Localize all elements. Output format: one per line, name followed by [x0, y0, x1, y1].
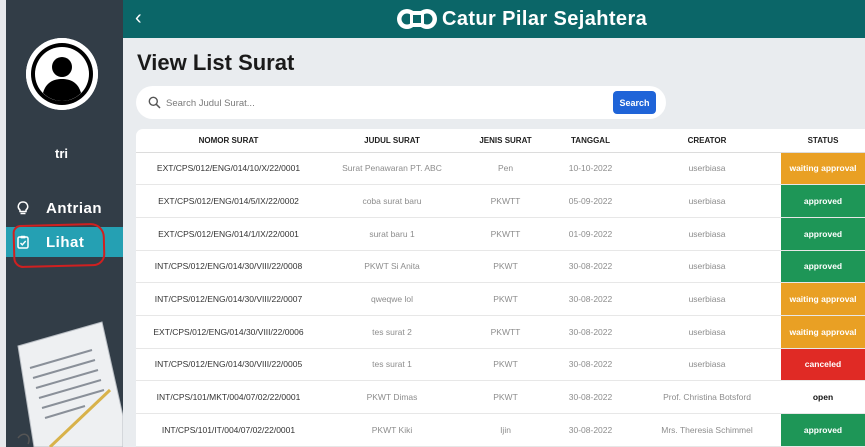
sidebar-item-antrian[interactable]: Antrian — [6, 193, 123, 223]
cell-judul-surat: PKWT Kiki — [321, 413, 463, 447]
table-row[interactable]: INT/CPS/012/ENG/014/30/VIII/22/0005 tes s… — [136, 348, 865, 382]
status-badge: open — [781, 380, 865, 414]
header-status[interactable]: STATUS — [781, 129, 865, 153]
status-badge: approved — [781, 250, 865, 284]
cell-judul-surat: surat baru 1 — [321, 217, 463, 251]
brand-name: Catur Pilar Sejahtera — [442, 7, 648, 30]
status-badge: canceled — [781, 348, 865, 382]
table-header-row: NOMOR SURAT JUDUL SURAT JENIS SURAT TANG… — [136, 129, 865, 153]
cell-jenis-surat: PKWT — [463, 282, 548, 316]
status-badge: approved — [781, 217, 865, 251]
cell-nomor-surat: INT/CPS/101/IT/004/07/02/22/0001 — [136, 413, 321, 447]
cell-creator: userbiasa — [633, 184, 781, 218]
cell-tanggal: 30-08-2022 — [548, 315, 633, 349]
cell-judul-surat: tes surat 2 — [321, 315, 463, 349]
table-row[interactable]: INT/CPS/012/ENG/014/30/VIII/22/0008 PKWT … — [136, 250, 865, 284]
cell-creator: userbiasa — [633, 282, 781, 316]
table-row[interactable]: EXT/CPS/012/ENG/014/1/IX/22/0001 surat ba… — [136, 217, 865, 251]
cell-creator: userbiasa — [633, 152, 781, 186]
top-bar: ‹ Catur Pilar Sejahtera — [123, 0, 865, 38]
sidebar: tri Antrian Lihat — [0, 0, 123, 447]
table-body: EXT/CPS/012/ENG/014/10/X/22/0001 Surat Pe… — [136, 152, 865, 447]
header-judul-surat[interactable]: JUDUL SURAT — [321, 129, 463, 153]
cell-tanggal: 05-09-2022 — [548, 184, 633, 218]
cell-jenis-surat: Pen — [463, 152, 548, 186]
status-badge: waiting approval — [781, 282, 865, 316]
cell-nomor-surat: EXT/CPS/012/ENG/014/1/IX/22/0001 — [136, 217, 321, 251]
cell-jenis-surat: PKWTT — [463, 315, 548, 349]
lightbulb-icon — [16, 201, 30, 215]
cell-nomor-surat: INT/CPS/101/MKT/004/07/02/22/0001 — [136, 380, 321, 414]
table-row[interactable]: EXT/CPS/012/ENG/014/10/X/22/0001 Surat Pe… — [136, 152, 865, 186]
cell-judul-surat: Surat Penawaran PT. ABC — [321, 152, 463, 186]
sidebar-item-lihat[interactable]: Lihat — [6, 227, 123, 257]
table-row[interactable]: INT/CPS/101/IT/004/07/02/22/0001 PKWT Kik… — [136, 413, 865, 447]
sidebar-edge — [0, 0, 6, 447]
back-icon[interactable]: ‹ — [135, 6, 155, 32]
cell-tanggal: 30-08-2022 — [548, 348, 633, 382]
cell-jenis-surat: PKWTT — [463, 184, 548, 218]
cell-tanggal: 30-08-2022 — [548, 380, 633, 414]
cell-jenis-surat: PKWT — [463, 380, 548, 414]
table-row[interactable]: EXT/CPS/012/ENG/014/30/VIII/22/0006 tes s… — [136, 315, 865, 349]
status-badge: waiting approval — [781, 152, 865, 186]
cell-creator: Mrs. Theresia Schimmel — [633, 413, 781, 447]
cell-nomor-surat: INT/CPS/012/ENG/014/30/VIII/22/0007 — [136, 282, 321, 316]
cell-tanggal: 30-08-2022 — [548, 250, 633, 284]
cell-nomor-surat: EXT/CPS/012/ENG/014/10/X/22/0001 — [136, 152, 321, 186]
cell-nomor-surat: EXT/CPS/012/ENG/014/5/IX/22/0002 — [136, 184, 321, 218]
document-illustration — [17, 321, 123, 447]
brand-logo — [397, 9, 437, 29]
cell-creator: userbiasa — [633, 348, 781, 382]
table-row[interactable]: EXT/CPS/012/ENG/014/5/IX/22/0002 coba sur… — [136, 184, 865, 218]
username: tri — [55, 146, 68, 161]
user-avatar-icon — [26, 38, 98, 110]
cell-tanggal: 30-08-2022 — [548, 413, 633, 447]
cell-nomor-surat: INT/CPS/012/ENG/014/30/VIII/22/0008 — [136, 250, 321, 284]
sidebar-item-label: Lihat — [46, 233, 85, 251]
cell-judul-surat: coba surat baru — [321, 184, 463, 218]
cell-nomor-surat: INT/CPS/012/ENG/014/30/VIII/22/0005 — [136, 348, 321, 382]
header-nomor-surat[interactable]: NOMOR SURAT — [136, 129, 321, 153]
header-tanggal[interactable]: TANGGAL — [548, 129, 633, 153]
cell-tanggal: 30-08-2022 — [548, 282, 633, 316]
cell-jenis-surat: PKWT — [463, 348, 548, 382]
cell-judul-surat: PKWT Si Anita — [321, 250, 463, 284]
avatar[interactable] — [26, 38, 98, 110]
cell-creator: userbiasa — [633, 250, 781, 284]
header-jenis-surat[interactable]: JENIS SURAT — [463, 129, 548, 153]
search-bar: Search — [136, 86, 666, 119]
status-badge: approved — [781, 413, 865, 447]
status-badge: waiting approval — [781, 315, 865, 349]
search-icon — [148, 96, 161, 109]
cell-judul-surat: PKWT Dimas — [321, 380, 463, 414]
cell-judul-surat: qweqwe lol — [321, 282, 463, 316]
cell-creator: Prof. Christina Botsford — [633, 380, 781, 414]
search-input[interactable] — [166, 94, 586, 112]
header-creator[interactable]: CREATOR — [633, 129, 781, 153]
cell-creator: userbiasa — [633, 315, 781, 349]
cell-creator: userbiasa — [633, 217, 781, 251]
cell-jenis-surat: PKWTT — [463, 217, 548, 251]
status-badge: approved — [781, 184, 865, 218]
table-row[interactable]: INT/CPS/101/MKT/004/07/02/22/0001 PKWT Di… — [136, 380, 865, 414]
search-button[interactable]: Search — [613, 91, 656, 114]
cell-nomor-surat: EXT/CPS/012/ENG/014/30/VIII/22/0006 — [136, 315, 321, 349]
table-row[interactable]: INT/CPS/012/ENG/014/30/VIII/22/0007 qweqw… — [136, 282, 865, 316]
page-title: View List Surat — [137, 50, 295, 75]
sidebar-item-label: Antrian — [46, 199, 102, 217]
cell-judul-surat: tes surat 1 — [321, 348, 463, 382]
cell-jenis-surat: Ijin — [463, 413, 548, 447]
clipboard-icon — [16, 235, 30, 249]
cell-tanggal: 10-10-2022 — [548, 152, 633, 186]
brand: Catur Pilar Sejahtera — [396, 7, 647, 31]
cell-jenis-surat: PKWT — [463, 250, 548, 284]
surat-table: NOMOR SURAT JUDUL SURAT JENIS SURAT TANG… — [136, 129, 865, 447]
cell-tanggal: 01-09-2022 — [548, 217, 633, 251]
